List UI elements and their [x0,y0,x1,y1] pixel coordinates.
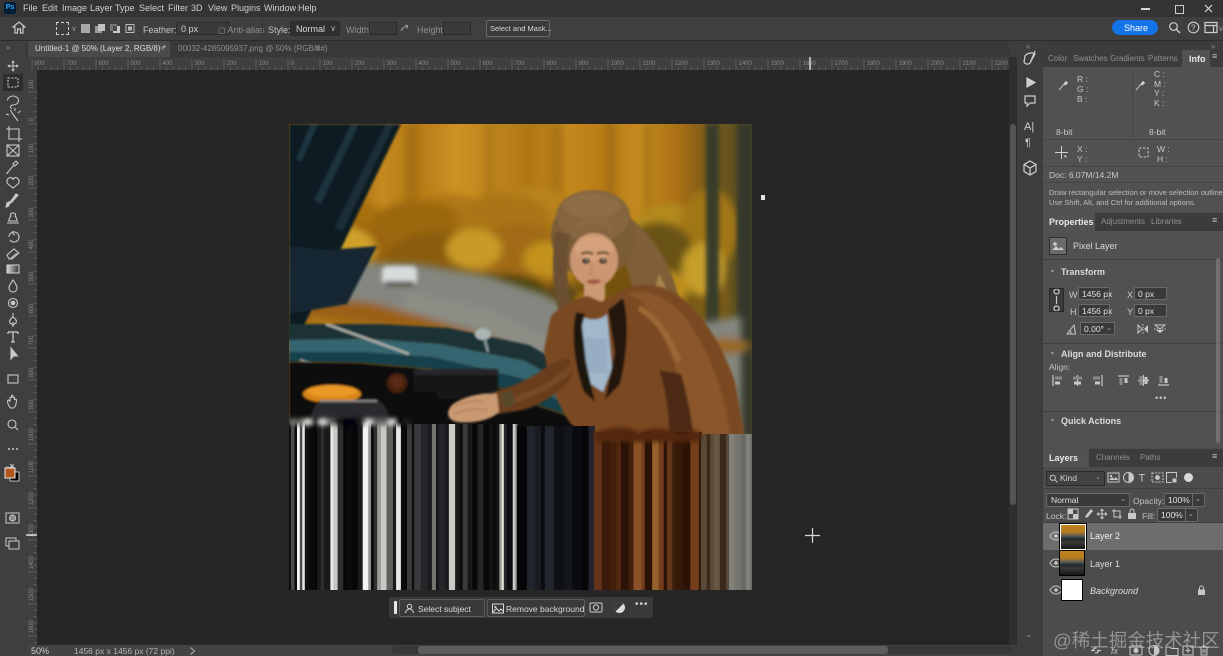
svg-text:1800: 1800 [867,61,881,67]
svg-text:600: 600 [483,61,494,67]
svg-text:200: 200 [355,61,366,67]
svg-text:600: 600 [29,303,35,314]
svg-text:100: 100 [29,79,35,90]
svg-text:500: 500 [29,271,35,282]
svg-text:1000: 1000 [611,61,625,67]
svg-text:700: 700 [515,61,526,67]
svg-text:800: 800 [547,61,558,67]
svg-text:1200: 1200 [29,491,35,505]
svg-text:300: 300 [387,61,398,67]
svg-text:300: 300 [29,207,35,218]
svg-text:T: T [1139,473,1146,485]
svg-text:2100: 2100 [963,61,977,67]
svg-text:700: 700 [67,61,78,67]
svg-text:400: 400 [29,239,35,250]
svg-text:1900: 1900 [899,61,913,67]
svg-text:200: 200 [29,175,35,186]
svg-text:2000: 2000 [931,61,945,67]
svg-text:300: 300 [195,61,206,67]
svg-text:800: 800 [35,61,46,67]
svg-text:?: ? [1191,24,1196,33]
svg-text:500: 500 [451,61,462,67]
svg-text:1200: 1200 [675,61,689,67]
svg-text:1000: 1000 [29,427,35,441]
svg-text:500: 500 [131,61,142,67]
svg-text:1700: 1700 [835,61,849,67]
svg-text:900: 900 [579,61,590,67]
svg-text:1400: 1400 [29,555,35,569]
svg-text:1100: 1100 [643,61,657,67]
svg-text:900: 900 [29,399,35,410]
svg-text:600: 600 [99,61,110,67]
svg-text:800: 800 [29,367,35,378]
svg-text:¶: ¶ [1025,137,1031,149]
svg-text:100: 100 [259,61,270,67]
svg-text:700: 700 [29,335,35,346]
svg-text:1400: 1400 [739,61,753,67]
svg-text:1500: 1500 [771,61,785,67]
svg-text:100: 100 [323,61,334,67]
svg-text:200: 200 [227,61,238,67]
svg-text:1300: 1300 [707,61,721,67]
svg-text:1500: 1500 [29,587,35,601]
svg-text:A|: A| [1024,121,1034,133]
svg-text:1600: 1600 [29,619,35,633]
svg-text:100: 100 [29,143,35,154]
svg-text:400: 400 [163,61,174,67]
svg-text:2200: 2200 [995,61,1009,67]
svg-text:1100: 1100 [29,460,35,474]
svg-text:400: 400 [419,61,430,67]
